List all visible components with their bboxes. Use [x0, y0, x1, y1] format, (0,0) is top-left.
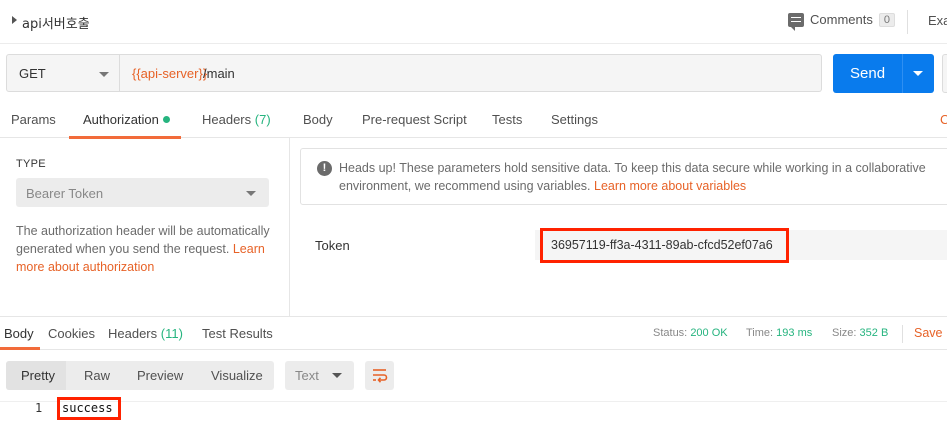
tab-response-body[interactable]: Body — [4, 326, 34, 341]
send-label: Send — [850, 65, 886, 82]
notice-text: Heads up! These parameters hold sensitiv… — [339, 159, 939, 195]
collapse-caret-icon[interactable] — [12, 16, 17, 24]
request-name[interactable]: api서버호출 — [22, 13, 90, 32]
status-readout: Status: 200 OK — [653, 327, 728, 339]
chevron-down-icon — [246, 191, 256, 196]
tab-body[interactable]: Body — [303, 112, 333, 127]
comments-label: Comments — [810, 12, 873, 27]
status-divider — [902, 325, 903, 343]
send-button[interactable]: Send — [833, 54, 934, 93]
tab-headers-label: Headers — [202, 112, 252, 127]
size-label: Size: — [832, 327, 857, 339]
tab-response-headers[interactable]: Headers (11) — [108, 326, 183, 341]
editor-top-border — [0, 401, 947, 402]
time-value: 193 ms — [776, 327, 813, 339]
tab-prerequest-script[interactable]: Pre-request Script — [362, 112, 467, 127]
format-raw-button[interactable]: Raw — [84, 368, 110, 383]
cookies-link-edge[interactable]: C — [940, 112, 947, 127]
response-language-select[interactable]: Text — [285, 361, 354, 390]
tab-params[interactable]: Params — [11, 112, 56, 127]
status-value: 200 OK — [690, 327, 728, 339]
learn-more-variables-link[interactable]: Learn more about variables — [594, 179, 746, 193]
active-dot-icon — [162, 116, 170, 123]
method-value: GET — [19, 66, 46, 81]
request-title-bar: api서버호출 Comments 0 Exa — [0, 0, 947, 44]
format-visualize-button[interactable]: Visualize — [211, 368, 263, 383]
comments-count-badge: 0 — [878, 12, 895, 27]
examples-button[interactable]: Exa — [928, 13, 947, 28]
tab-headers[interactable]: Headers (7) — [202, 112, 271, 127]
size-value: 352 B — [859, 327, 889, 339]
time-label: Time: — [746, 327, 774, 339]
chevron-down-icon — [332, 373, 342, 378]
sensitive-data-notice: ! Heads up! These parameters hold sensit… — [300, 148, 947, 205]
url-variable: {{api-server}} — [132, 66, 208, 81]
info-icon: ! — [317, 161, 332, 176]
tab-response-headers-label: Headers — [108, 326, 158, 341]
wrap-lines-icon — [373, 369, 388, 383]
format-preview-button[interactable]: Preview — [137, 368, 183, 383]
auth-type-label: TYPE — [16, 158, 46, 170]
request-tabs: Params Authorization Headers (7) Body Pr… — [0, 102, 947, 139]
response-tabs: Body Cookies Headers (11) Test Results S… — [0, 316, 947, 350]
tab-authorization-label: Authorization — [83, 112, 159, 127]
wrap-lines-button[interactable] — [365, 361, 394, 390]
format-pretty-button[interactable]: Pretty — [21, 368, 55, 383]
send-options-chevron-icon[interactable] — [913, 71, 923, 76]
auth-type-select[interactable]: Bearer Token — [16, 178, 269, 207]
title-divider — [907, 10, 908, 34]
tab-settings[interactable]: Settings — [551, 112, 598, 127]
url-path: /main — [203, 66, 235, 81]
auth-type-value: Bearer Token — [26, 186, 104, 201]
chevron-down-icon — [99, 72, 109, 77]
token-highlight-box — [540, 228, 789, 263]
tab-response-headers-count: (11) — [160, 326, 183, 341]
auth-description: The authorization header will be automat… — [16, 222, 278, 276]
send-divider — [902, 54, 903, 93]
response-highlight-box — [57, 397, 121, 420]
auth-description-text: The authorization header will be automat… — [16, 224, 270, 256]
method-select[interactable]: GET — [6, 54, 120, 92]
line-number: 1 — [35, 401, 43, 415]
token-label: Token — [315, 238, 350, 253]
time-readout: Time: 193 ms — [746, 327, 812, 339]
save-response-button[interactable]: Save I — [914, 326, 947, 340]
url-input[interactable]: {{api-server}} /main — [120, 54, 822, 92]
tab-test-results[interactable]: Test Results — [202, 326, 273, 341]
tab-response-cookies[interactable]: Cookies — [48, 326, 95, 341]
response-language-value: Text — [295, 368, 319, 383]
active-response-tab-underline — [0, 347, 40, 350]
size-readout: Size: 352 B — [832, 327, 888, 339]
comments-button[interactable]: Comments 0 — [788, 12, 895, 31]
tab-tests[interactable]: Tests — [492, 112, 522, 127]
tab-headers-count: (7) — [254, 112, 271, 127]
save-button-edge[interactable] — [942, 54, 947, 93]
tab-authorization[interactable]: Authorization — [83, 112, 170, 127]
status-label: Status: — [653, 327, 688, 339]
comment-icon — [788, 12, 804, 31]
